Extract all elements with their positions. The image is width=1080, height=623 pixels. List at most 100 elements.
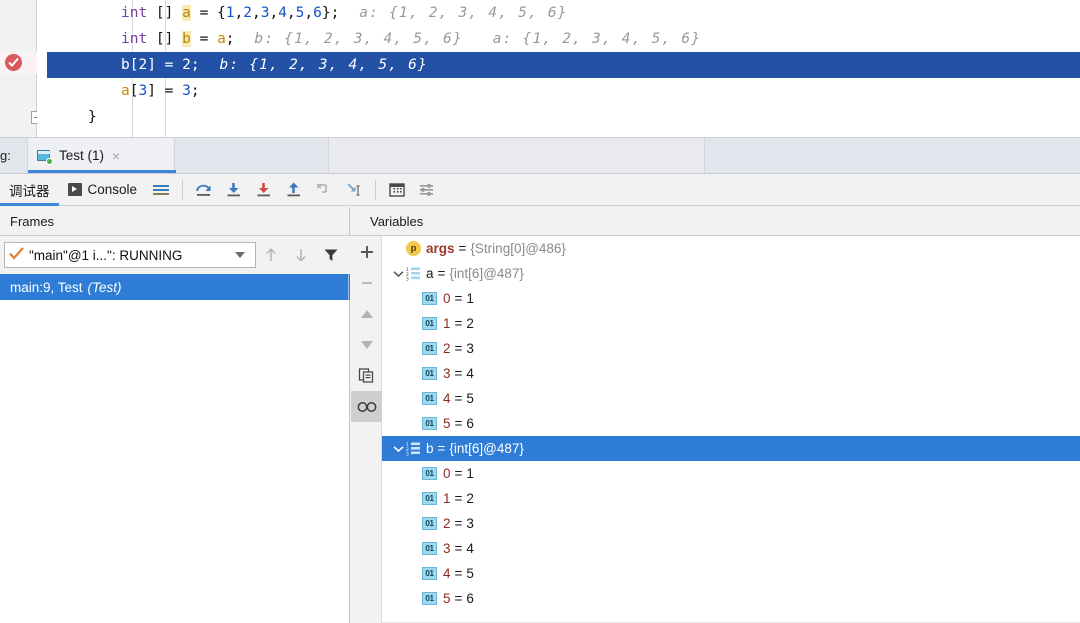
chevron-down-icon[interactable] (235, 252, 245, 258)
frames-toolbar[interactable]: "main"@1 i...": RUNNING (0, 236, 350, 274)
code-token: int (121, 31, 148, 47)
variable-row[interactable]: 01 4 = 5 (382, 386, 1080, 411)
variable-row[interactable]: 1 2 3 b = {int[6]@487} (382, 436, 1080, 461)
force-step-into-icon[interactable] (249, 176, 279, 204)
variable-row[interactable]: 1 2 3 a = {int[6]@487} (382, 261, 1080, 286)
code-token: int (121, 5, 148, 21)
code-token: b[ (121, 57, 139, 73)
run-tab-test[interactable]: Test (1) × (27, 138, 176, 173)
tab-console-label: Console (87, 182, 138, 197)
add-watch-icon[interactable] (351, 236, 382, 267)
inline-watches-icon[interactable] (351, 391, 382, 422)
code-line[interactable]: b[2] = 2; b: {1, 2, 3, 4, 5, 6} (44, 52, 1080, 78)
frame-up-icon[interactable] (256, 240, 286, 270)
variable-value: 4 (466, 541, 474, 556)
run-to-cursor-icon[interactable] (339, 176, 369, 204)
thread-selector-dropdown[interactable]: "main"@1 i...": RUNNING (4, 242, 256, 268)
code-token: , (269, 5, 279, 21)
evaluate-expression-icon[interactable] (382, 176, 412, 204)
variable-row[interactable]: 01 2 = 3 (382, 336, 1080, 361)
code-line[interactable]: } (44, 104, 1080, 130)
variable-row[interactable]: 01 1 = 2 (382, 486, 1080, 511)
settings-icon[interactable] (412, 176, 442, 204)
drop-frame-icon[interactable] (309, 176, 339, 204)
variable-value: {int[6]@487} (449, 441, 524, 456)
frames-panel[interactable]: "main"@1 i...": RUNNING main:9, Test (Te… (0, 236, 350, 623)
code-token: ; (190, 83, 200, 99)
variable-name: 2 (443, 516, 451, 531)
debugger-toolbar[interactable]: 调试器 Console (0, 174, 1080, 206)
variables-side-toolbar[interactable] (351, 236, 382, 623)
step-into-icon[interactable] (219, 176, 249, 204)
code-token: , (234, 5, 244, 21)
copy-value-icon[interactable] (351, 360, 382, 391)
variable-value: 1 (466, 466, 474, 481)
variable-equals: = (454, 341, 463, 356)
filter-icon[interactable] (316, 240, 346, 270)
code-token: a (121, 83, 130, 99)
frame-down-icon[interactable] (286, 240, 316, 270)
code-line[interactable]: int [] a = {1,2,3,4,5,6}; a: {1, 2, 3, 4… (44, 0, 1080, 26)
variable-row[interactable]: 01 5 = 6 (382, 411, 1080, 436)
variables-panel[interactable]: p args = {String[0]@486} 1 2 3 a = {int[6]@487} 01… (351, 236, 1080, 623)
code-token: ; (225, 31, 235, 47)
tab-console[interactable]: Console (59, 174, 147, 206)
variable-row[interactable]: 01 3 = 4 (382, 536, 1080, 561)
frame-row[interactable]: main:9, Test (Test) (0, 274, 350, 300)
parameter-icon: p (406, 241, 421, 256)
editor-gutter[interactable] (0, 0, 44, 138)
close-icon[interactable]: × (112, 149, 120, 163)
svg-text:3: 3 (406, 452, 409, 457)
variable-row[interactable]: 01 0 = 1 (382, 286, 1080, 311)
run-tab-bar[interactable]: g: Test (1) × (0, 138, 1080, 174)
variables-tree[interactable]: p args = {String[0]@486} 1 2 3 a = {int[6]@487} 01… (382, 236, 1080, 623)
frames-selection-edge (348, 274, 349, 300)
variable-equals: = (437, 441, 446, 456)
inline-debug-hint[interactable]: a: {1, 2, 3, 4, 5, 6} (473, 31, 711, 47)
show-execution-point-icon[interactable] (146, 176, 176, 204)
inline-debug-hint[interactable]: a: {1, 2, 3, 4, 5, 6} (339, 5, 577, 21)
primitive-value-icon: 01 (422, 367, 437, 380)
chevron-down-icon[interactable] (390, 445, 406, 453)
code-editor[interactable]: int [] a = {1,2,3,4,5,6}; a: {1, 2, 3, 4… (0, 0, 1080, 138)
variable-equals: = (454, 516, 463, 531)
idea-debugger-window: int [] a = {1,2,3,4,5,6}; a: {1, 2, 3, 4… (0, 0, 1080, 623)
debug-tool-window: g: Test (1) × 调试器 Console Frames Variabl… (0, 138, 1080, 623)
variable-row[interactable]: 01 2 = 3 (382, 511, 1080, 536)
variable-equals: = (454, 291, 463, 306)
variable-name: b (426, 441, 434, 456)
variable-row[interactable]: 01 5 = 6 (382, 586, 1080, 611)
console-icon (67, 183, 82, 196)
code-token: a (217, 31, 226, 47)
code-token: 2 (182, 57, 191, 73)
tab-debugger[interactable]: 调试器 (0, 174, 59, 206)
variable-value: 3 (466, 516, 474, 531)
primitive-value-icon: 01 (422, 292, 437, 305)
step-over-icon[interactable] (189, 176, 219, 204)
move-up-icon[interactable] (351, 298, 382, 329)
variable-row[interactable]: p args = {String[0]@486} (382, 236, 1080, 261)
code-token: 3 (138, 83, 148, 99)
variable-row[interactable]: 01 3 = 4 (382, 361, 1080, 386)
code-lines[interactable]: int [] a = {1,2,3,4,5,6}; a: {1, 2, 3, 4… (44, 0, 1080, 138)
step-out-icon[interactable] (279, 176, 309, 204)
chevron-down-icon[interactable] (390, 270, 406, 278)
inline-debug-hint[interactable]: b: {1, 2, 3, 4, 5, 6} (235, 31, 473, 47)
primitive-value-icon: 01 (422, 567, 437, 580)
code-token: [] (147, 5, 183, 21)
variable-row[interactable]: 01 1 = 2 (382, 311, 1080, 336)
primitive-value-icon: 01 (422, 592, 437, 605)
variable-row[interactable]: 01 4 = 5 (382, 561, 1080, 586)
variable-name: args (426, 241, 455, 256)
variables-panel-header: Variables (351, 207, 1080, 236)
toolbar-divider (375, 179, 377, 200)
variable-value: 4 (466, 366, 474, 381)
variable-row[interactable]: 01 0 = 1 (382, 461, 1080, 486)
code-line[interactable]: a[3] = 3; (44, 78, 1080, 104)
inline-debug-hint[interactable]: b: {1, 2, 3, 4, 5, 6} (200, 57, 438, 73)
variable-name: a (426, 266, 434, 281)
remove-watch-icon[interactable] (351, 267, 382, 298)
code-line[interactable]: int [] b = a; b: {1, 2, 3, 4, 5, 6} a: {… (44, 26, 1080, 52)
move-down-icon[interactable] (351, 329, 382, 360)
breakpoint-icon[interactable] (5, 54, 22, 71)
